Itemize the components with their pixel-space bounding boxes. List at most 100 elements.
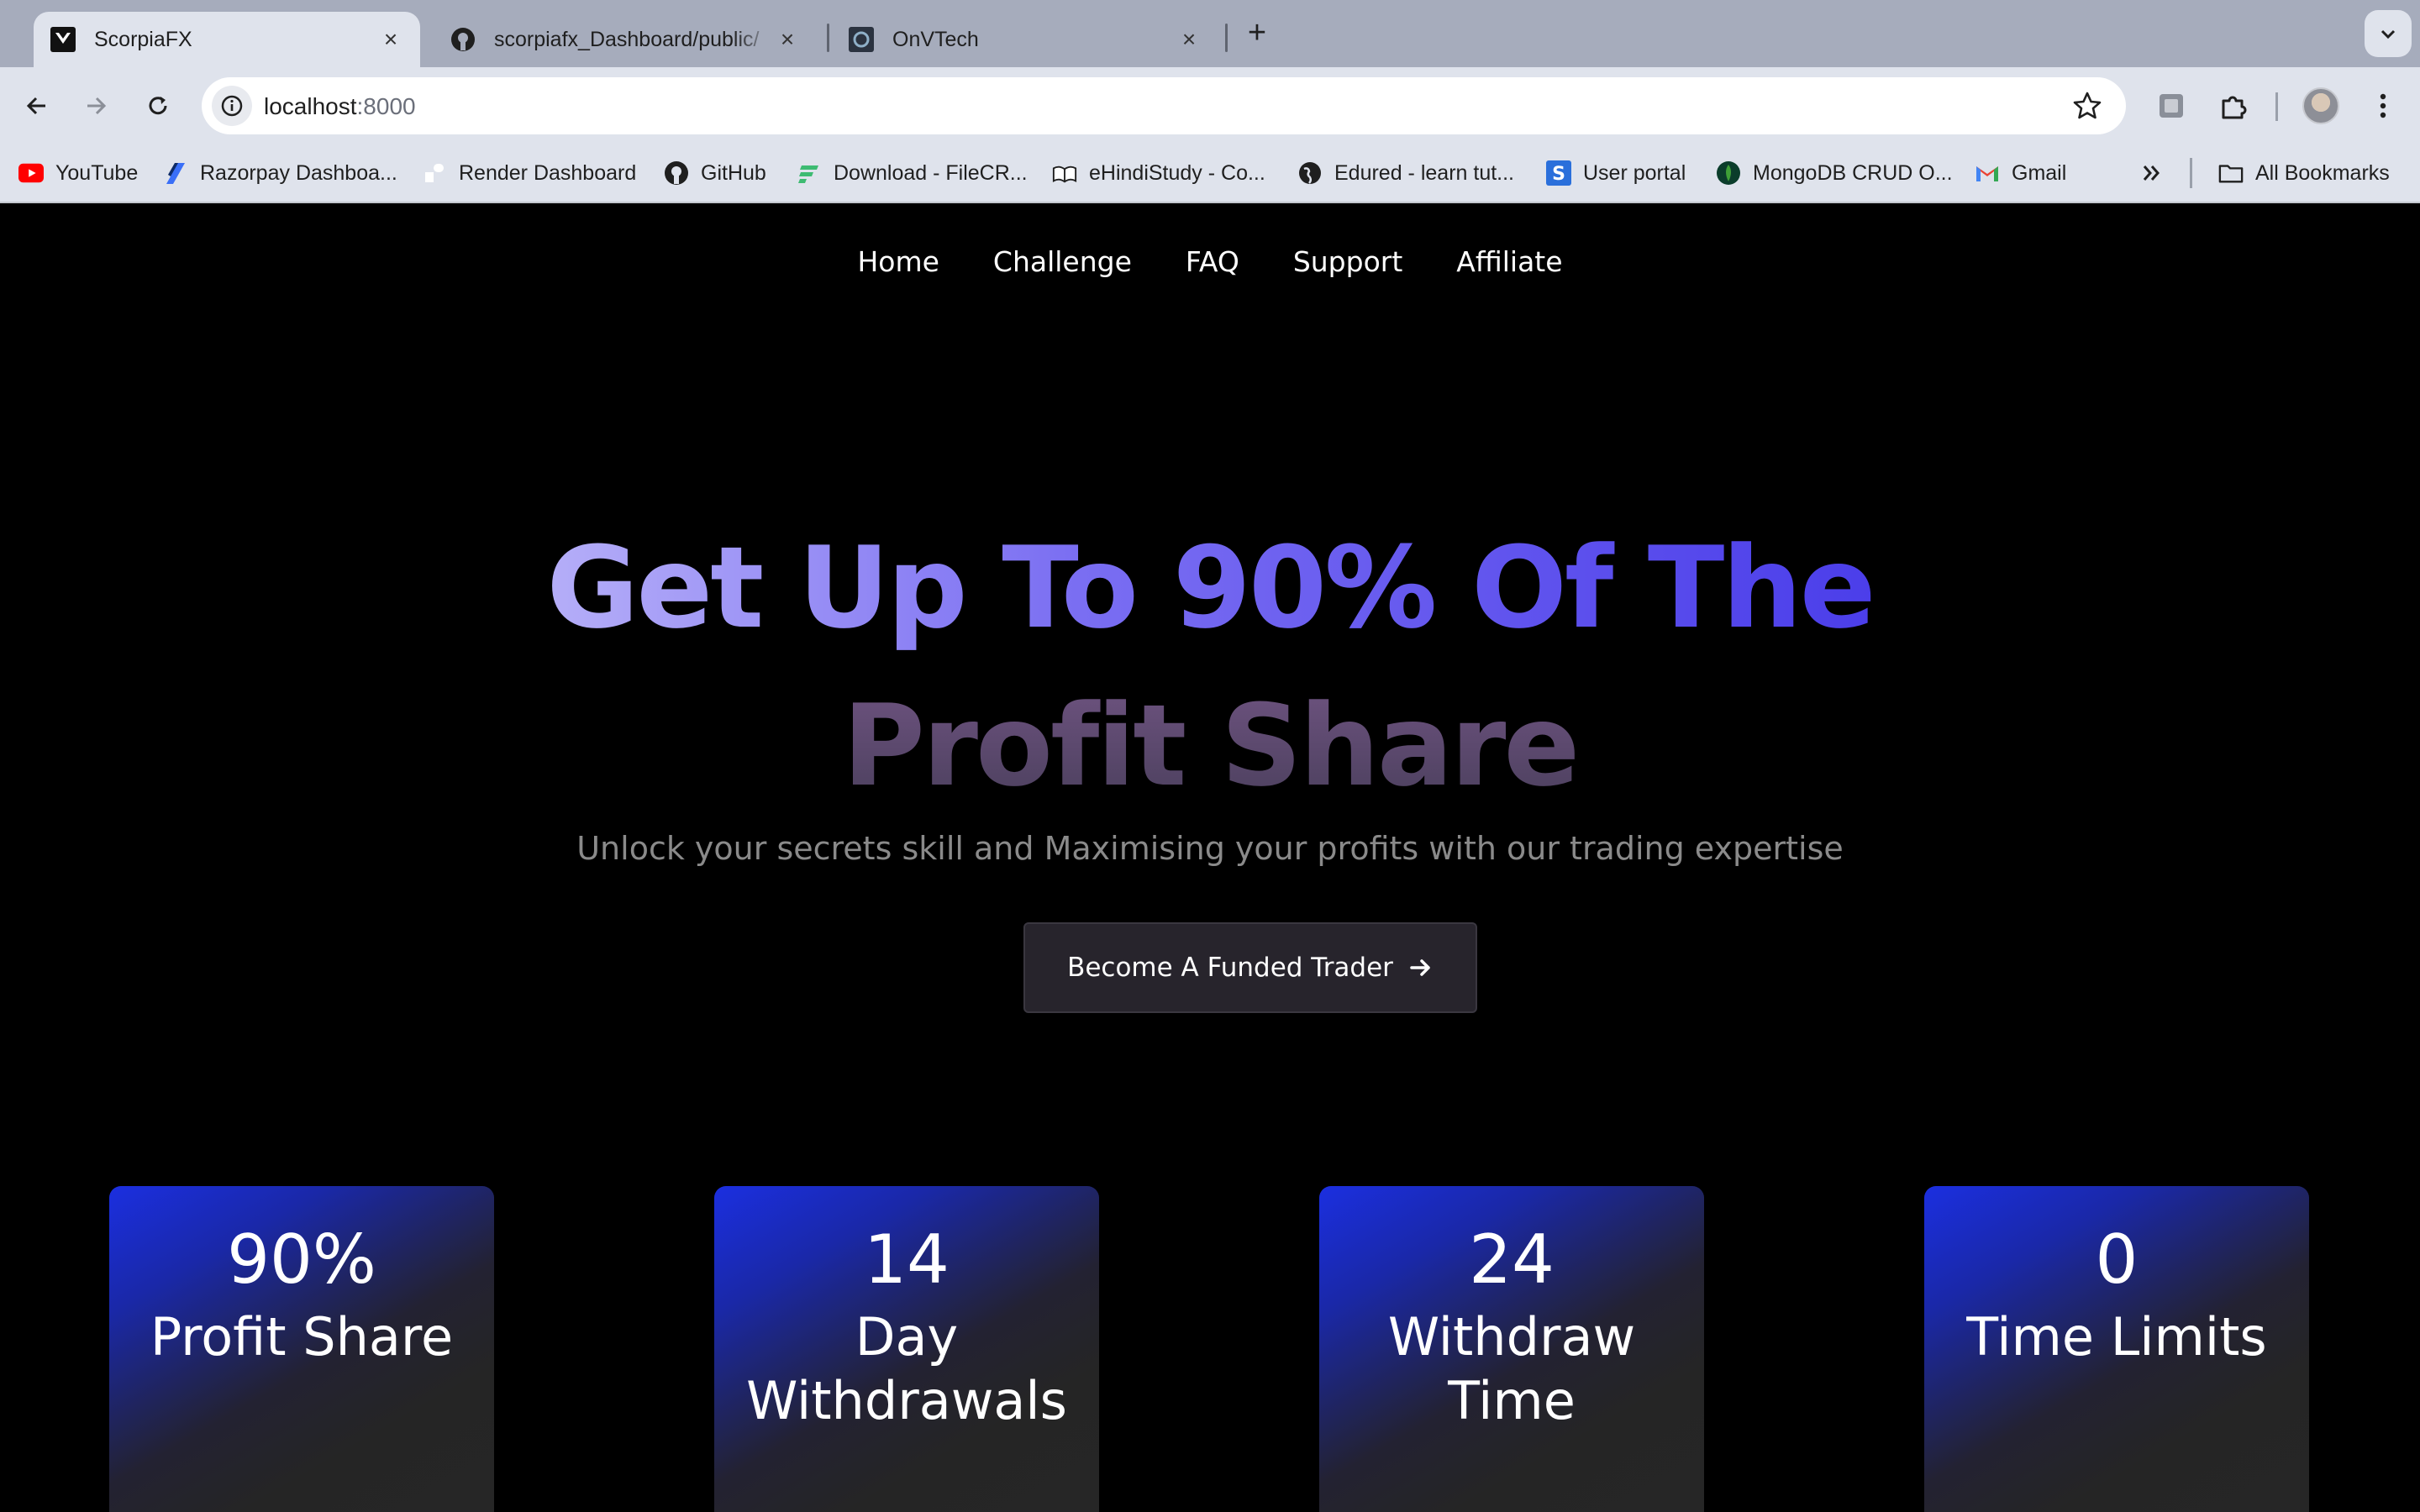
close-tab-icon[interactable]: ×: [1176, 27, 1202, 52]
globe-icon: [1297, 160, 1323, 186]
nav-home[interactable]: Home: [857, 245, 939, 278]
address-bar[interactable]: localhost:8000: [202, 77, 2126, 134]
nav-faq[interactable]: FAQ: [1186, 245, 1239, 278]
tab-strip: ScorpiaFX × scorpiafx_Dashboard/public/ …: [0, 0, 2420, 67]
stat-value: 14: [864, 1221, 950, 1299]
extension-icon[interactable]: [2151, 86, 2191, 126]
stat-value: 0: [2095, 1221, 2139, 1299]
svg-text:S: S: [1552, 164, 1565, 185]
cta-label: Become A Funded Trader: [1067, 953, 1393, 983]
stat-label: Profit Share: [150, 1306, 454, 1368]
bookmark-youtube[interactable]: YouTube: [18, 158, 138, 188]
all-bookmarks-button[interactable]: All Bookmarks: [2218, 158, 2390, 188]
toolbar-divider: [2275, 92, 2278, 121]
tab-onvtech[interactable]: OnVTech ×: [832, 12, 1218, 67]
github-icon: [664, 160, 689, 186]
stat-card-withdraw-time: 24 Withdraw Time: [1319, 1186, 1704, 1512]
chevron-down-icon: [2381, 29, 2396, 39]
stat-card-day-withdrawals: 14 Day Withdrawals: [714, 1186, 1099, 1512]
bookmark-label: Edured - learn tut...: [1334, 160, 1515, 185]
site-info-icon[interactable]: [212, 86, 252, 126]
nav-affiliate[interactable]: Affiliate: [1456, 245, 1562, 278]
hero-heading-text: Get Up To 90% Of The: [546, 522, 1876, 654]
back-button[interactable]: [17, 86, 57, 126]
scorpiafx-favicon-icon: [50, 27, 76, 52]
bookmark-github[interactable]: GitHub: [664, 158, 766, 188]
tab-title: scorpiafx_Dashboard/public/: [494, 27, 760, 51]
hero-heading-text: Profit Share: [842, 680, 1581, 811]
close-tab-icon[interactable]: ×: [378, 27, 403, 52]
web-page: Home Challenge FAQ Support Affiliate Get…: [0, 203, 2420, 1512]
bookmark-label: Render Dashboard: [459, 160, 637, 185]
stat-value: 90%: [227, 1221, 376, 1299]
tab-github[interactable]: scorpiafx_Dashboard/public/ ×: [434, 12, 817, 67]
render-icon: [422, 160, 447, 186]
bookmarks-bar: YouTube Razorpay Dashboa... Render Dashb…: [0, 144, 2420, 202]
url-text[interactable]: localhost:8000: [264, 93, 416, 120]
profile-avatar[interactable]: [2302, 87, 2339, 124]
tab-title: ScorpiaFX: [94, 27, 192, 51]
bookmark-star-icon[interactable]: [2070, 89, 2104, 123]
stat-card-profit-share: 90% Profit Share: [109, 1186, 494, 1512]
stat-label: Withdraw Time: [1387, 1306, 1636, 1431]
tab-divider: [1225, 24, 1228, 52]
double-chevron-right-icon: [2139, 160, 2165, 186]
toolbar: localhost:8000: [0, 67, 2420, 144]
become-funded-trader-button[interactable]: Become A Funded Trader: [1023, 922, 1477, 1013]
arrow-right-icon: [87, 97, 107, 115]
bookmark-label: eHindiStudy - Co...: [1089, 160, 1265, 185]
bookmark-user-portal[interactable]: S User portal: [1546, 158, 1686, 188]
url-host: localhost: [264, 93, 357, 119]
nav-challenge[interactable]: Challenge: [993, 245, 1132, 278]
bookmark-label: Gmail: [2012, 160, 2067, 185]
hero-heading-line1: Get Up To 90% Of The: [0, 522, 2420, 654]
more-menu-icon[interactable]: [2363, 86, 2403, 126]
browser-chrome: ScorpiaFX × scorpiafx_Dashboard/public/ …: [0, 0, 2420, 203]
tab-search-button[interactable]: [2365, 10, 2412, 57]
site-nav: Home Challenge FAQ Support Affiliate: [0, 245, 2420, 278]
bookmark-label: Razorpay Dashboa...: [200, 160, 397, 185]
folder-icon: [2218, 160, 2244, 186]
arrow-left-icon: [26, 97, 45, 115]
arrow-right-icon: [1410, 959, 1430, 976]
hero-heading-line2: Profit Share: [0, 680, 2420, 811]
nav-support[interactable]: Support: [1293, 245, 1402, 278]
stat-label: Day Withdrawals: [746, 1306, 1067, 1431]
user-portal-icon: S: [1546, 160, 1571, 186]
tab-scorpiafx[interactable]: ScorpiaFX ×: [34, 12, 420, 67]
youtube-icon: [18, 160, 44, 186]
bookmark-edured[interactable]: Edured - learn tut...: [1297, 158, 1514, 188]
onvtech-favicon-icon: [849, 27, 874, 52]
tab-divider: [827, 24, 829, 52]
new-tab-button[interactable]: +: [1242, 17, 1272, 49]
bookmarks-divider: [2190, 158, 2192, 188]
close-tab-icon[interactable]: ×: [775, 27, 800, 52]
forward-button[interactable]: [76, 86, 116, 126]
bookmark-label: YouTube: [55, 160, 139, 185]
gmail-icon: [1975, 160, 2000, 186]
github-icon: [450, 27, 476, 52]
hero-subtitle: Unlock your secrets skill and Maximising…: [576, 830, 1844, 867]
bookmark-mongodb[interactable]: MongoDB CRUD O...: [1716, 158, 1953, 188]
bookmark-gmail[interactable]: Gmail: [1975, 158, 2066, 188]
url-port: :8000: [356, 93, 416, 119]
bookmark-ehindistudy[interactable]: eHindiStudy - Co...: [1052, 158, 1265, 188]
reload-icon: [149, 97, 167, 115]
filecr-icon: [797, 160, 822, 186]
stat-label: Time Limits: [1966, 1306, 2267, 1368]
bookmark-label: GitHub: [701, 160, 766, 185]
stat-card-time-limits: 0 Time Limits: [1924, 1186, 2309, 1512]
stat-value: 24: [1469, 1221, 1555, 1299]
bookmark-razorpay[interactable]: Razorpay Dashboa...: [163, 158, 397, 188]
bookmarks-overflow-button[interactable]: [2139, 158, 2176, 188]
all-bookmarks-label: All Bookmarks: [2255, 160, 2390, 185]
reload-button[interactable]: [138, 86, 178, 126]
razorpay-icon: [163, 160, 188, 186]
extensions-puzzle-icon[interactable]: [2213, 86, 2254, 126]
bookmark-label: Download - FileCR...: [834, 160, 1028, 185]
bookmark-filecr[interactable]: Download - FileCR...: [797, 158, 1028, 188]
book-icon: [1052, 160, 1077, 186]
tab-title: OnVTech: [892, 27, 979, 51]
bookmark-render[interactable]: Render Dashboard: [422, 158, 636, 188]
bookmark-label: User portal: [1583, 160, 1686, 185]
